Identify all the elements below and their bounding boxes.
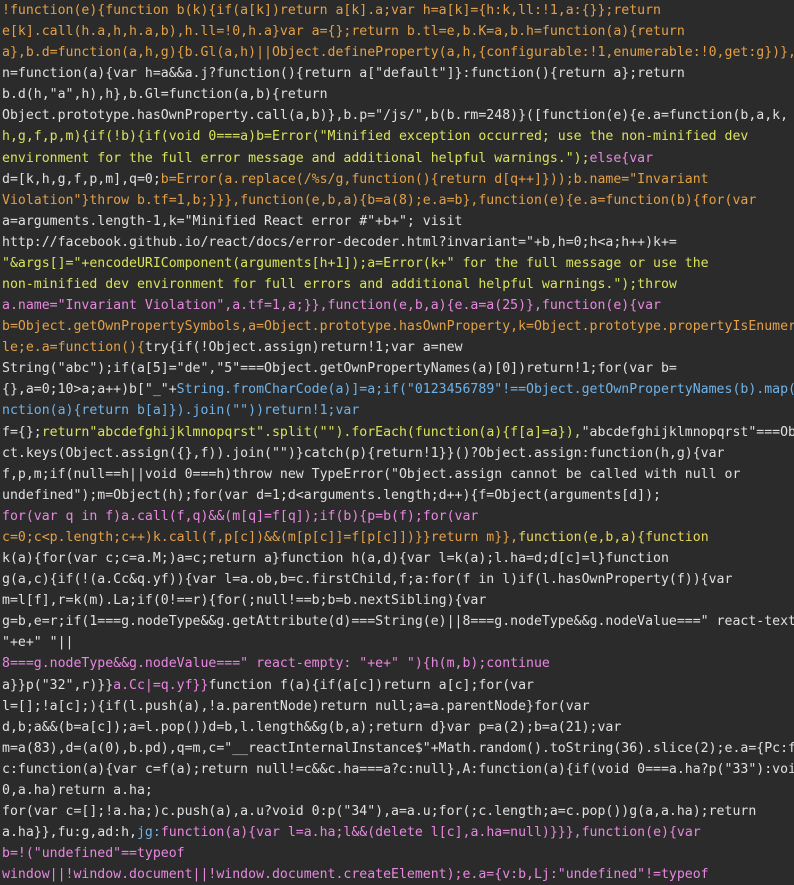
code-line[interactable]: le;e.a=function(){try{if(!Object.assign)… <box>2 337 794 358</box>
code-token: le;e.a=function(){ <box>2 340 145 356</box>
code-line[interactable]: environment for the full error message a… <box>2 148 794 169</box>
code-token: window||!window.document||!window.docume… <box>2 867 709 883</box>
code-token: f={}; <box>2 424 42 440</box>
code-line[interactable]: n=function(a){var h=a&&a.j?function(){re… <box>2 63 794 84</box>
code-line[interactable]: b=Object.getOwnPropertySymbols,a=Object.… <box>2 316 794 337</box>
code-line[interactable]: non-minified dev environment for full er… <box>2 274 794 295</box>
code-token: b=Error(a.replace(/%s/g,function(){retur… <box>160 171 709 187</box>
code-token: !function(e){function b(k){if(a[k])retur… <box>2 3 661 18</box>
code-line[interactable]: h,g,f,p,m){if(!b){if(void 0===a)b=Error(… <box>2 126 794 147</box>
code-token: f,p,m;if(null==h||void 0===h)throw new T… <box>2 466 741 482</box>
code-line[interactable]: http://facebook.github.io/react/docs/err… <box>2 232 794 253</box>
code-token: d,b;a&&(b=a[c]);a=l.pop())d=b,l.length&&… <box>2 719 622 735</box>
code-token: e[k].call(h.a,h,h.a,b),h.ll=!0,h.a}var a… <box>2 24 685 40</box>
code-token: n=function(a){var h=a&&a.j?function(){re… <box>2 66 685 82</box>
code-token: function(e,b,a){function <box>518 529 709 545</box>
code-token: h,g,f,p,m){if(!b){if(void 0===a)b=Error(… <box>2 129 749 145</box>
code-line[interactable]: b.d(h,"a",h),h},b.Gl=function(a,b){retur… <box>2 84 794 105</box>
code-token: try{if(!Object.assign)return!1;var a=new <box>144 340 463 356</box>
code-line[interactable]: "+e+" "|| <box>2 632 794 653</box>
code-line[interactable]: d,b;a&&(b=a[c]);a=l.pop())d=b,l.length&&… <box>2 717 794 738</box>
code-token: function f(a){if(a[c])return a[c];for(va… <box>208 677 534 693</box>
code-token: undefined");m=Object(h);for(var d=1;d<ar… <box>2 487 661 503</box>
code-token: g=b,e=r;if(1===g.nodeType&&g.getAttribut… <box>2 614 794 630</box>
code-token: "&args[]="+encodeURIComponent(arguments[… <box>2 255 709 271</box>
code-token: g(a,c){if(!(a.Cc&q.yf)){var l=a.ob,b=c.f… <box>2 572 733 588</box>
code-token: function(a){var l=a.ha;l&&(delete l[c],a… <box>160 825 701 841</box>
code-token: return"abcdefghijklmnopqrst".split("").f… <box>41 424 582 440</box>
code-token: a.Cc|=q.yf}} <box>113 677 209 693</box>
code-line[interactable]: !function(e){function b(k){if(a[k])retur… <box>2 0 794 21</box>
code-token: b.d(h,"a",h),h},b.Gl=function(a,b){retur… <box>2 87 328 103</box>
code-token: {},a=0;10>a;a++)b["_"+ <box>2 382 177 398</box>
code-token: non-minified dev environment for full er… <box>2 277 677 293</box>
code-token: environment for the full error message a… <box>2 150 590 166</box>
code-line[interactable]: Object.prototype.hasOwnProperty.call(a,b… <box>2 105 794 126</box>
code-token: http://facebook.github.io/react/docs/err… <box>2 234 677 250</box>
code-token: a=arguments.length-1,k="Minified React e… <box>2 213 463 229</box>
code-line[interactable]: 8===g.nodeType&&g.nodeValue===" react-em… <box>2 653 794 674</box>
code-line[interactable]: m=a(83),d=(a(0),b.pd),q=m,c="__reactInte… <box>2 738 794 759</box>
code-line[interactable]: g(a,c){if(!(a.Cc&q.yf)){var l=a.ob,b=c.f… <box>2 569 794 590</box>
code-editor[interactable]: !function(e){function b(k){if(a[k])retur… <box>0 0 794 883</box>
code-token: a.ha}},fu:g,ad:h, <box>2 825 137 841</box>
code-line[interactable]: String("abc");if(a[5]="de","5"===Object.… <box>2 358 794 379</box>
code-token: Object.prototype.hasOwnProperty.call(a,b… <box>2 108 789 124</box>
code-line[interactable]: m=l[f],r=k(m).La;if(0!==r){for(;null!==b… <box>2 590 794 611</box>
code-line[interactable]: undefined");m=Object(h);for(var d=1;d<ar… <box>2 485 794 506</box>
code-line[interactable]: e[k].call(h.a,h,h.a,b),h.ll=!0,h.a}var a… <box>2 21 794 42</box>
code-line[interactable]: window||!window.document||!window.docume… <box>2 864 794 885</box>
code-token: c:function(a){var c=f(a);return null!=c&… <box>2 761 794 777</box>
code-line[interactable]: nction(a){return b[a]}).join(""))return!… <box>2 400 794 421</box>
code-token: nction(a){return b[a]}).join(""))return!… <box>2 403 360 419</box>
code-line[interactable]: a=arguments.length-1,k="Minified React e… <box>2 211 794 232</box>
code-token: b=!("undefined"==typeof <box>2 846 185 862</box>
code-line[interactable]: c=0;c<p.length;c++)k.call(f,p[c])&&(m[p[… <box>2 527 794 548</box>
code-line[interactable]: a}}p("32",r)}}a.Cc|=q.yf}}function f(a){… <box>2 675 794 696</box>
code-line[interactable]: ct.keys(Object.assign({},f)).join("")}ca… <box>2 443 794 464</box>
code-line[interactable]: g=b,e=r;if(1===g.nodeType&&g.getAttribut… <box>2 611 794 632</box>
code-token: 0,a.ha)return a.ha; <box>2 782 153 798</box>
code-token: a}}p("32",r)}} <box>2 677 114 693</box>
code-line[interactable]: 0,a.ha)return a.ha; <box>2 780 794 801</box>
code-token: "abcdefghijklmnopqrst"===Obje <box>581 424 794 440</box>
code-line[interactable]: "&args[]="+encodeURIComponent(arguments[… <box>2 253 794 274</box>
code-token: else{var <box>589 150 654 166</box>
code-line[interactable]: f={};return"abcdefghijklmnopqrst".split(… <box>2 422 794 443</box>
code-token: String.fromCharCode(a)]=a;if("0123456789… <box>176 382 794 398</box>
code-line[interactable]: l=[];!a[c];){if(l.push(a),!a.parentNode)… <box>2 696 794 717</box>
code-token: c=0;c<p.length;c++)k.call(f,p[c])&&(m[p[… <box>2 529 519 545</box>
code-line[interactable]: a.name="Invariant Violation",a.tf=1,a;}}… <box>2 295 794 316</box>
code-token: b=Object.getOwnPropertySymbols,a=Object.… <box>2 319 794 335</box>
code-line[interactable]: b=!("undefined"==typeof <box>2 843 794 864</box>
code-line[interactable]: k(a){for(var c;c=a.M;)a=c;return a}funct… <box>2 548 794 569</box>
code-token: ct.keys(Object.assign({},f)).join("")}ca… <box>2 445 725 461</box>
code-token: m=a(83),d=(a(0),b.pd),q=m,c="__reactInte… <box>2 740 794 756</box>
code-token: String("abc");if(a[5]="de","5"===Object.… <box>2 361 677 377</box>
code-token: 8===g.nodeType&&g.nodeValue===" react-em… <box>2 656 550 672</box>
code-line[interactable]: Violation"}throw b.tf=1,b;}}},function(e… <box>2 190 794 211</box>
code-line[interactable]: a},b.d=function(a,h,g){b.Gl(a,h)||Object… <box>2 42 794 63</box>
code-line[interactable]: for(var c=[];!a.ha;)c.push(a),a.u?void 0… <box>2 801 794 822</box>
code-line[interactable]: d=[k,h,g,f,p,m],q=0;b=Error(a.replace(/%… <box>2 169 794 190</box>
code-token: a},b.d=function(a,h,g){b.Gl(a,h)||Object… <box>2 45 794 61</box>
code-token: k(a){for(var c;c=a.M;)a=c;return a}funct… <box>2 551 669 567</box>
code-line[interactable]: {},a=0;10>a;a++)b["_"+String.fromCharCod… <box>2 379 794 400</box>
code-token: for(var q in f)a.call(f,q)&&(m[q]=f[q]);… <box>2 508 479 524</box>
code-token: jg: <box>136 825 161 841</box>
code-line[interactable]: f,p,m;if(null==h||void 0===h)throw new T… <box>2 464 794 485</box>
code-token: a.name="Invariant Violation",a.tf=1,a;}}… <box>2 298 661 314</box>
code-token: Violation"}throw b.tf=1,b;}}},function(e… <box>2 192 757 208</box>
code-line[interactable]: a.ha}},fu:g,ad:h,jg:function(a){var l=a.… <box>2 822 794 843</box>
code-token: l=[];!a[c];){if(l.push(a),!a.parentNode)… <box>2 698 590 714</box>
code-token: m=l[f],r=k(m).La;if(0!==r){for(;null!==b… <box>2 593 487 609</box>
code-token: for(var c=[];!a.ha;)c.push(a),a.u?void 0… <box>2 803 757 819</box>
code-line[interactable]: c:function(a){var c=f(a);return null!=c&… <box>2 759 794 780</box>
code-token: "+e+" "|| <box>2 635 74 651</box>
code-token: d=[k,h,g,f,p,m],q=0; <box>2 171 161 187</box>
code-line[interactable]: for(var q in f)a.call(f,q)&&(m[q]=f[q]);… <box>2 506 794 527</box>
